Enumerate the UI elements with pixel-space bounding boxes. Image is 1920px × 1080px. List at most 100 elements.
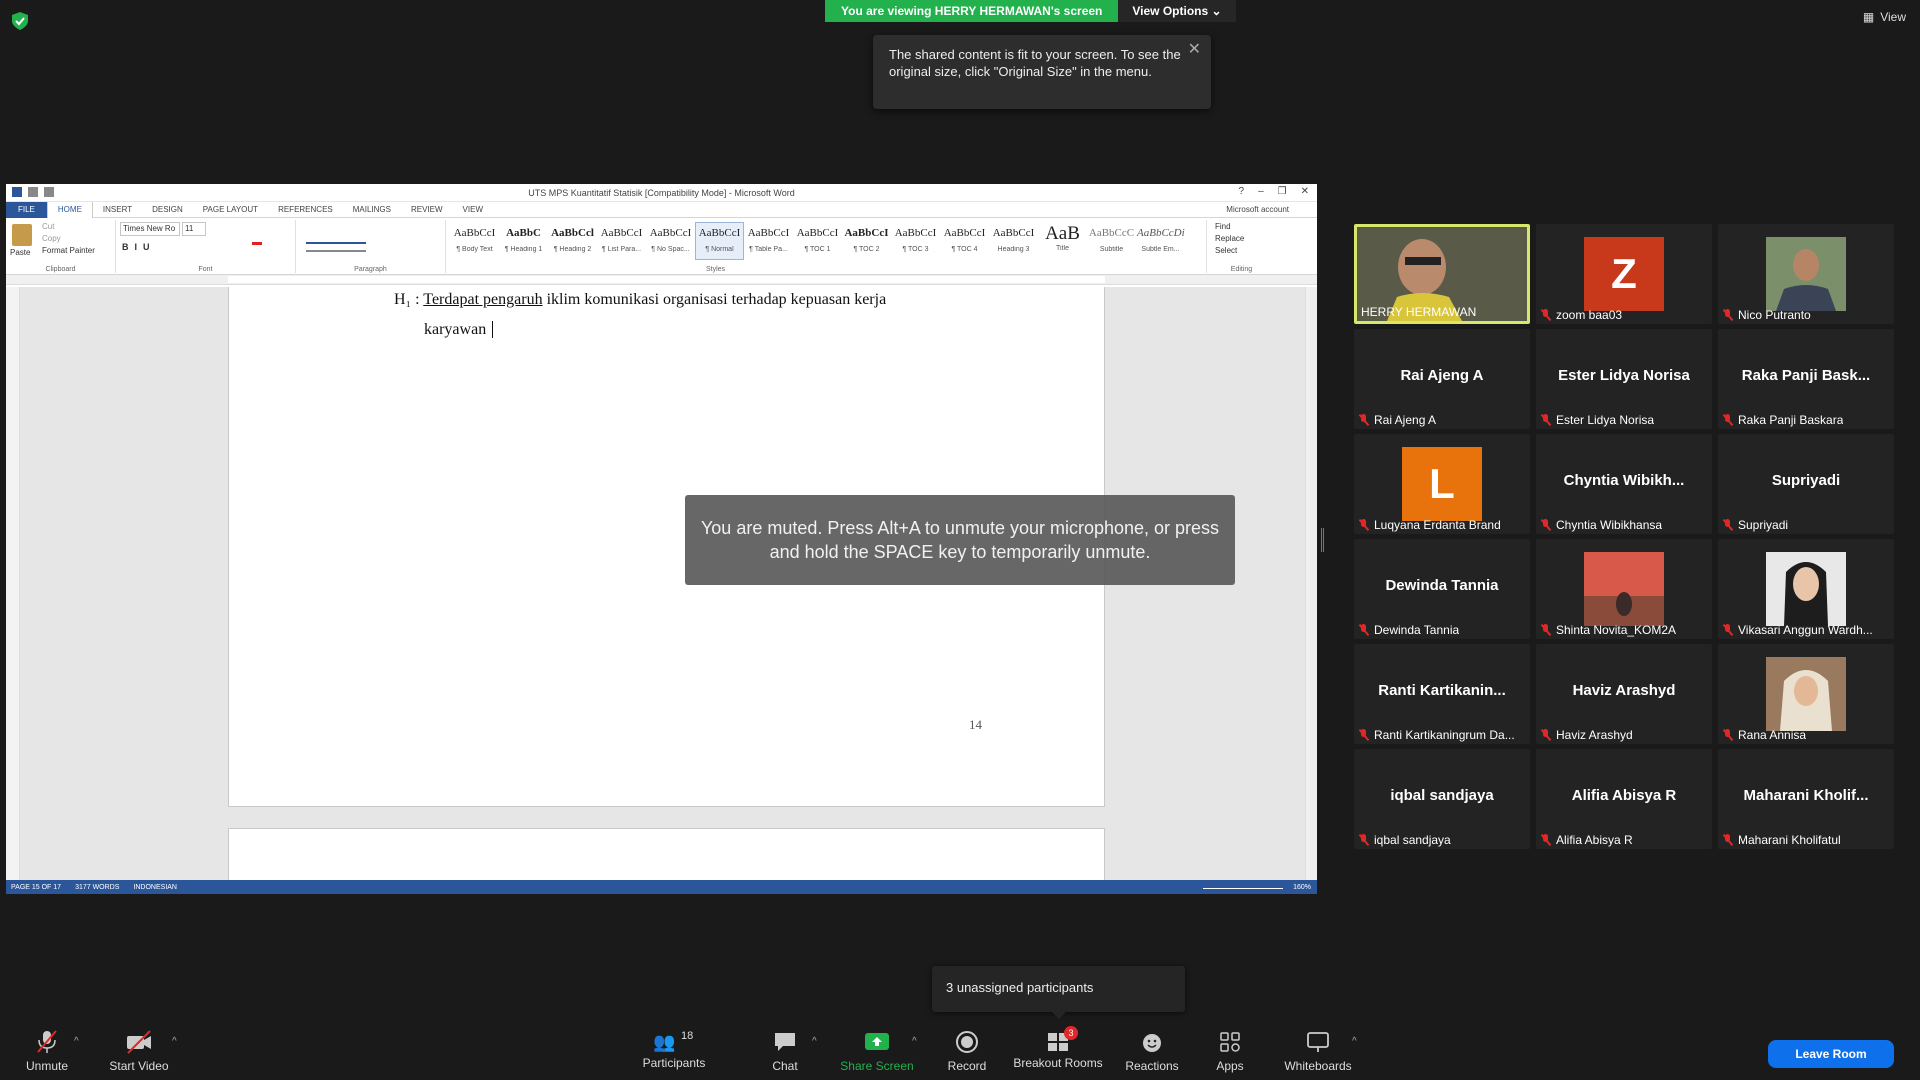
participant-tile[interactable]: iqbal sandjaya iqbal sandjaya [1354, 749, 1530, 849]
share-options-caret[interactable]: ^ [912, 1036, 917, 1047]
audio-options-caret[interactable]: ^ [74, 1036, 79, 1047]
view-button[interactable]: ▦ View [1863, 10, 1906, 24]
cut-button[interactable]: Cut [42, 222, 54, 231]
font-size-select[interactable]: 11 [182, 222, 206, 236]
record-button[interactable]: Record [942, 1030, 992, 1073]
participant-tile[interactable]: Alifia Abisya R Alifia Abisya R [1536, 749, 1712, 849]
language[interactable]: INDONESIAN [133, 884, 177, 891]
encryption-shield-icon[interactable] [12, 12, 28, 30]
tab-mailings[interactable]: MAILINGS [343, 205, 401, 214]
select-button[interactable]: Select [1215, 246, 1237, 255]
paste-icon[interactable] [12, 224, 32, 246]
tab-view[interactable]: VIEW [453, 205, 493, 214]
style-subtitle[interactable]: AaBbCcC Subtitle [1087, 222, 1136, 260]
tab-insert[interactable]: INSERT [93, 205, 142, 214]
tab-references[interactable]: REFERENCES [268, 205, 343, 214]
tab-home[interactable]: HOME [46, 201, 93, 218]
tab-review[interactable]: REVIEW [401, 205, 453, 214]
account-name[interactable]: Microsoft account [1226, 205, 1289, 214]
style-toc-2[interactable]: AaBbCcI ¶ TOC 2 [842, 222, 891, 260]
zoom-slider[interactable] [1203, 887, 1284, 891]
unassigned-participants-popover[interactable]: 3 unassigned participants [932, 966, 1185, 1019]
participant-tile[interactable]: Maharani Kholif... Maharani Kholifatul [1718, 749, 1894, 849]
close-icon[interactable]: ✕ [1188, 41, 1201, 58]
participant-tile[interactable]: Rai Ajeng A Rai Ajeng A [1354, 329, 1530, 429]
style-toc-4[interactable]: AaBbCcI ¶ TOC 4 [940, 222, 989, 260]
style-heading-3[interactable]: AaBbCcI Heading 3 [989, 222, 1038, 260]
chat-options-caret[interactable]: ^ [812, 1036, 817, 1047]
participant-tile[interactable]: Supriyadi Supriyadi [1718, 434, 1894, 534]
whiteboards-options-caret[interactable]: ^ [1352, 1036, 1357, 1047]
chat-button[interactable]: Chat [760, 1030, 810, 1073]
style-no-spacing[interactable]: AaBbCcI ¶ No Spac... [646, 222, 695, 260]
share-screen-button[interactable]: Share Screen [840, 1030, 914, 1073]
hypothesis-continuation[interactable]: karyawan [424, 321, 494, 339]
find-button[interactable]: Find [1215, 222, 1231, 231]
help-icon[interactable]: ? [1239, 186, 1245, 197]
style-subtle-emphasis[interactable]: AaBbCcDi Subtle Em... [1136, 222, 1185, 260]
unmute-button[interactable]: Unmute [22, 1030, 72, 1073]
apps-button[interactable]: Apps [1205, 1030, 1255, 1073]
video-options-caret[interactable]: ^ [172, 1036, 177, 1047]
reactions-button[interactable]: Reactions [1122, 1030, 1182, 1073]
align-icons[interactable] [306, 242, 366, 252]
style-list-paragraph[interactable]: AaBbCcI ¶ List Para... [597, 222, 646, 260]
mic-muted-icon [1540, 519, 1552, 531]
hypothesis-line[interactable]: H₁ : Terdapat pengaruh iklim komunikasi … [394, 291, 886, 309]
participant-tile[interactable]: Dewinda Tannia Dewinda Tannia [1354, 539, 1530, 639]
participant-tile[interactable]: HERRY HERMAWAN [1354, 224, 1530, 324]
style-normal[interactable]: AaBbCcI ¶ Normal [695, 222, 744, 260]
style-heading-1[interactable]: AaBbC ¶ Heading 1 [499, 222, 548, 260]
participant-tile[interactable]: Shinta Novita_KOM2A [1536, 539, 1712, 639]
restore-icon[interactable]: ❐ [1278, 186, 1287, 197]
font-name-select[interactable]: Times New Ro [120, 222, 180, 236]
participant-tile[interactable]: Ranti Kartikanin... Ranti Kartikaningrum… [1354, 644, 1530, 744]
style-title[interactable]: AaB Title [1038, 222, 1087, 260]
participant-tile[interactable]: Nico Putranto [1718, 224, 1894, 324]
tab-design[interactable]: DESIGN [142, 205, 193, 214]
panel-splitter-handle[interactable] [1321, 528, 1324, 552]
participant-tile[interactable]: Chyntia Wibikh... Chyntia Wibikhansa [1536, 434, 1712, 534]
tab-file[interactable]: FILE [6, 201, 47, 218]
video-off-icon [127, 1030, 151, 1054]
leave-room-button[interactable]: Leave Room [1768, 1040, 1894, 1068]
close-window-icon[interactable]: ✕ [1301, 186, 1309, 197]
tab-page-layout[interactable]: PAGE LAYOUT [193, 205, 268, 214]
style-heading-2[interactable]: AaBbCcl ¶ Heading 2 [548, 222, 597, 260]
participant-tile[interactable]: Raka Panji Bask... Raka Panji Baskara [1718, 329, 1894, 429]
word-count[interactable]: 3177 WORDS [75, 884, 119, 891]
ruler-text-area [228, 276, 1105, 283]
paragraph-group-label: Paragraph [354, 266, 387, 273]
style-toc-1[interactable]: AaBbCcI ¶ TOC 1 [793, 222, 842, 260]
horizontal-ruler[interactable] [6, 275, 1317, 285]
clipboard-group: Paste Cut Copy Format Painter Clipboard [6, 220, 116, 273]
view-options-button[interactable]: View Options ⌄ [1118, 0, 1236, 22]
zoom-level[interactable]: 160% [1293, 884, 1311, 891]
participants-button[interactable]: 👥 18 Participants [641, 1030, 707, 1070]
start-video-button[interactable]: Start Video [106, 1030, 172, 1073]
whiteboards-button[interactable]: Whiteboards [1282, 1030, 1354, 1073]
mic-muted-icon [1722, 309, 1734, 321]
participant-tile[interactable]: Z zoom baa03 [1536, 224, 1712, 324]
copy-button[interactable]: Copy [42, 234, 61, 243]
replace-button[interactable]: Replace [1215, 234, 1244, 243]
style-table-paragraph[interactable]: AaBbCcI ¶ Table Pa... [744, 222, 793, 260]
next-page[interactable] [228, 828, 1105, 888]
participant-tile[interactable]: L Luqyana Erdanta Brand [1354, 434, 1530, 534]
participant-display-name: Ranti Kartikanin... [1378, 682, 1506, 699]
format-painter-button[interactable]: Format Painter [42, 246, 95, 255]
participant-tile[interactable]: Haviz Arashyd Haviz Arashyd [1536, 644, 1712, 744]
participant-tile[interactable]: Rana Annisa [1718, 644, 1894, 744]
paste-label[interactable]: Paste [10, 248, 30, 257]
style-toc-3[interactable]: AaBbCcI ¶ TOC 3 [891, 222, 940, 260]
participant-tile[interactable]: Vikasari Anggun Wardh... [1718, 539, 1894, 639]
vertical-scrollbar[interactable] [1305, 287, 1317, 880]
page-count[interactable]: PAGE 15 OF 17 [11, 884, 61, 891]
font-format-buttons[interactable]: BIU [122, 242, 156, 252]
font-color-icon[interactable] [252, 242, 262, 245]
participant-tile[interactable]: Ester Lidya Norisa Ester Lidya Norisa [1536, 329, 1712, 429]
underlined-phrase: Terdapat pengaruh [423, 291, 543, 308]
style-body-text[interactable]: AaBbCcI ¶ Body Text [450, 222, 499, 260]
minimize-icon[interactable]: – [1258, 186, 1264, 197]
breakout-rooms-button[interactable]: 3 Breakout Rooms [1012, 1026, 1104, 1070]
